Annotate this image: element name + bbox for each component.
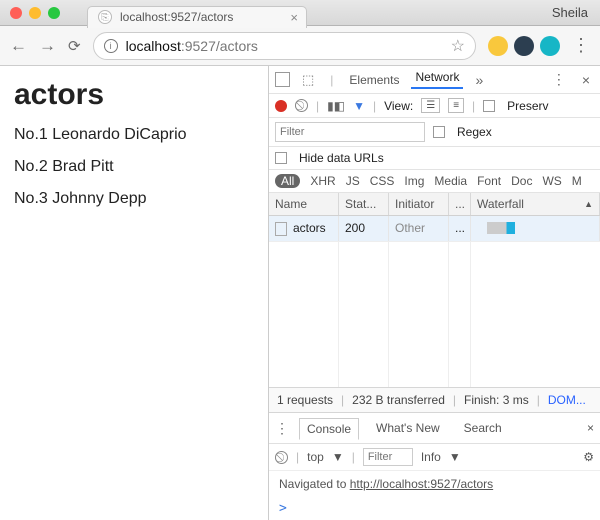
sort-indicator-icon: ▲ bbox=[584, 199, 593, 209]
console-message-text: Navigated to bbox=[279, 477, 350, 491]
address-bar[interactable]: i localhost:9527/actors ☆ bbox=[93, 32, 476, 60]
request-status: 200 bbox=[339, 216, 389, 241]
request-initiator: Other bbox=[389, 216, 449, 241]
network-status-bar: 1 requests| 232 B transferred| Finish: 3… bbox=[269, 387, 600, 413]
preserve-log-checkbox[interactable] bbox=[483, 100, 495, 112]
devtools-panel: ⬚ | Elements Network » ⋮ × ⃠ | ▮◧ ▼ | Vi… bbox=[268, 66, 600, 520]
preserve-log-label: Preserv bbox=[507, 99, 548, 113]
filter-pill-media[interactable]: Media bbox=[434, 174, 467, 188]
filter-pill-ws[interactable]: WS bbox=[542, 174, 561, 188]
col-header-initiator[interactable]: Initiator bbox=[389, 193, 449, 215]
extension-icon-1[interactable] bbox=[488, 36, 508, 56]
bookmark-star-icon[interactable]: ☆ bbox=[451, 36, 465, 56]
profile-name[interactable]: Sheila bbox=[552, 5, 588, 20]
browser-menu-icon[interactable]: ⋮ bbox=[572, 35, 590, 56]
panel-tab-more[interactable]: » bbox=[471, 72, 487, 88]
status-finish: Finish: 3 ms bbox=[464, 393, 529, 407]
tab-title: localhost:9527/actors bbox=[120, 10, 233, 24]
url-path: :9527/actors bbox=[181, 38, 258, 54]
regex-checkbox[interactable] bbox=[433, 126, 445, 138]
view-label: View: bbox=[384, 99, 413, 113]
filter-pill-img[interactable]: Img bbox=[404, 174, 424, 188]
col-header-status[interactable]: Stat... bbox=[339, 193, 389, 215]
record-icon[interactable] bbox=[275, 100, 287, 112]
filter-pill-font[interactable]: Font bbox=[477, 174, 501, 188]
filter-pill-css[interactable]: CSS bbox=[370, 174, 395, 188]
page-heading: actors bbox=[14, 78, 254, 112]
browser-tab[interactable]: ⎘ localhost:9527/actors × bbox=[87, 6, 307, 28]
url-host: localhost bbox=[126, 38, 181, 54]
console-clear-icon[interactable]: ⃠ bbox=[275, 451, 288, 464]
tab-favicon: ⎘ bbox=[98, 10, 112, 24]
regex-label: Regex bbox=[457, 125, 492, 139]
clear-icon[interactable]: ⃠ bbox=[295, 99, 308, 112]
actor-item: No.1 Leonardo DiCaprio bbox=[14, 126, 254, 144]
status-dom: DOM... bbox=[548, 393, 586, 407]
forward-button[interactable]: → bbox=[39, 36, 56, 56]
extension-icon-3[interactable] bbox=[540, 36, 560, 56]
panel-tab-elements[interactable]: Elements bbox=[345, 73, 403, 87]
waterfall-bar bbox=[487, 222, 515, 234]
console-message: Navigated to http://localhost:9527/actor… bbox=[269, 471, 600, 497]
filter-pill-js[interactable]: JS bbox=[346, 174, 360, 188]
drawer-tab-search[interactable]: Search bbox=[457, 418, 509, 438]
hide-data-urls-checkbox[interactable] bbox=[275, 152, 287, 164]
drawer-close-icon[interactable]: × bbox=[587, 421, 594, 435]
network-request-row[interactable]: actors 200 Other ... bbox=[269, 216, 600, 242]
hide-data-urls-label: Hide data URLs bbox=[299, 151, 384, 165]
filter-pill-xhr[interactable]: XHR bbox=[310, 174, 335, 188]
panel-tab-network[interactable]: Network bbox=[411, 70, 463, 89]
window-minimize-traffic[interactable] bbox=[29, 7, 41, 19]
col-header-more[interactable]: ... bbox=[449, 193, 471, 215]
screenshot-icon[interactable]: ▮◧ bbox=[327, 99, 345, 113]
console-filter-input[interactable] bbox=[363, 448, 413, 466]
drawer-menu-icon[interactable]: ⋮ bbox=[275, 420, 289, 437]
devtools-menu-icon[interactable]: ⋮ bbox=[548, 71, 570, 88]
console-settings-icon[interactable]: ⚙ bbox=[583, 450, 594, 464]
tab-close-icon[interactable]: × bbox=[290, 10, 298, 25]
back-button[interactable]: ← bbox=[10, 36, 27, 56]
window-zoom-traffic[interactable] bbox=[48, 7, 60, 19]
view-detail-icon[interactable]: ≡ bbox=[448, 98, 464, 113]
view-list-icon[interactable]: ☰ bbox=[421, 98, 440, 113]
actor-item: No.3 Johnny Depp bbox=[14, 190, 254, 208]
extension-icon-2[interactable] bbox=[514, 36, 534, 56]
devtools-close-icon[interactable]: × bbox=[578, 72, 594, 88]
console-level[interactable]: Info bbox=[421, 450, 441, 464]
col-header-name[interactable]: Name bbox=[269, 193, 339, 215]
inspect-element-icon[interactable] bbox=[275, 72, 290, 87]
dropdown-caret-icon[interactable]: ▼ bbox=[332, 450, 344, 464]
drawer-tab-whatsnew[interactable]: What's New bbox=[369, 418, 447, 438]
actor-item: No.2 Brad Pitt bbox=[14, 158, 254, 176]
window-close-traffic[interactable] bbox=[10, 7, 22, 19]
reload-button[interactable]: ⟳ bbox=[68, 37, 81, 55]
request-more: ... bbox=[449, 216, 471, 241]
console-message-link[interactable]: http://localhost:9527/actors bbox=[350, 477, 493, 491]
site-info-icon[interactable]: i bbox=[104, 39, 118, 53]
request-name: actors bbox=[293, 221, 326, 235]
device-toggle-icon[interactable]: ⬚ bbox=[298, 72, 318, 88]
dropdown-caret-icon[interactable]: ▼ bbox=[449, 450, 461, 464]
filter-pill-all[interactable]: All bbox=[275, 174, 300, 188]
drawer-tab-console[interactable]: Console bbox=[299, 418, 359, 440]
console-prompt[interactable]: > bbox=[269, 497, 600, 520]
network-table-empty bbox=[269, 242, 600, 387]
status-transferred: 232 B transferred bbox=[352, 393, 445, 407]
console-context[interactable]: top bbox=[307, 450, 324, 464]
filter-pill-doc[interactable]: Doc bbox=[511, 174, 532, 188]
filter-toggle-icon[interactable]: ▼ bbox=[353, 99, 365, 113]
filter-pill-manifest[interactable]: M bbox=[572, 174, 582, 188]
status-requests: 1 requests bbox=[277, 393, 333, 407]
col-header-waterfall[interactable]: Waterfall▲ bbox=[471, 193, 600, 215]
network-filter-input[interactable] bbox=[275, 122, 425, 142]
document-icon bbox=[275, 222, 287, 236]
page-content: actors No.1 Leonardo DiCaprio No.2 Brad … bbox=[0, 66, 268, 520]
